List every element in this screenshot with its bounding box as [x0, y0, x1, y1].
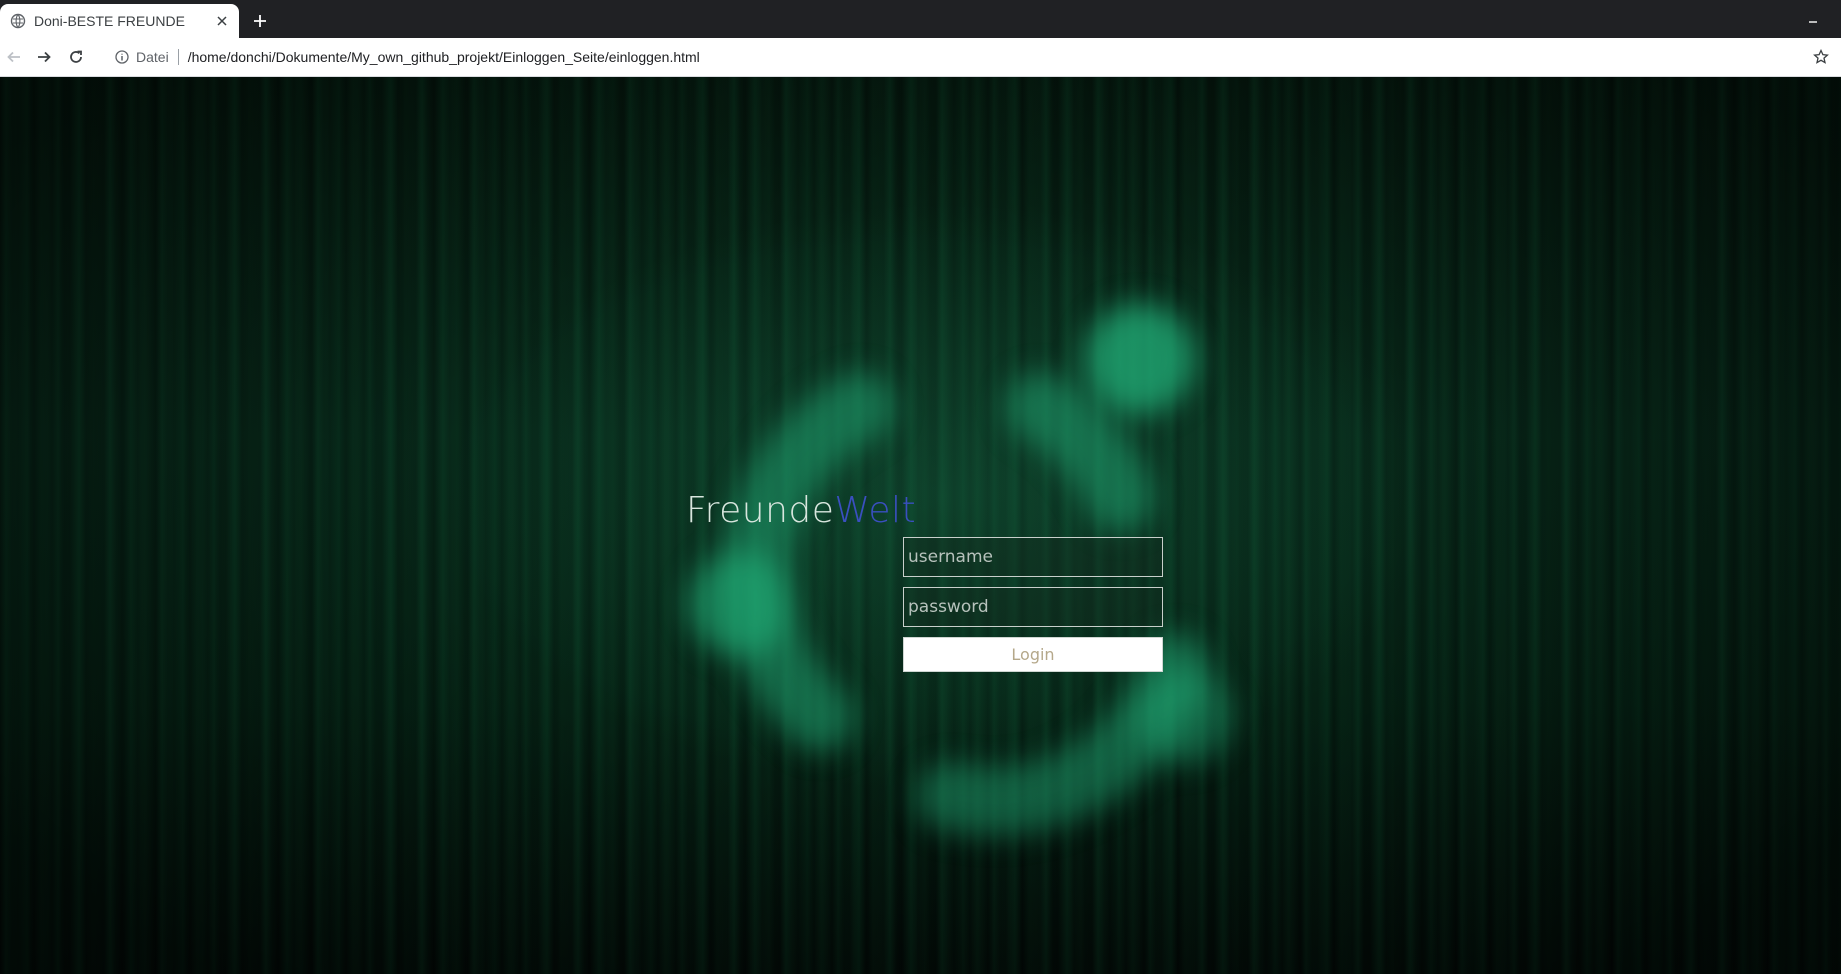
browser-toolbar: Datei /home/donchi/Dokumente/My_own_gith…	[0, 38, 1841, 77]
tab-title: Doni-BESTE FREUNDE	[34, 13, 185, 29]
username-input[interactable]	[903, 537, 1163, 577]
address-divider	[177, 49, 179, 65]
minimize-icon	[1809, 21, 1817, 23]
tab-strip: Doni-BESTE FREUNDE	[0, 0, 1841, 38]
globe-icon	[10, 13, 26, 29]
background-vignette	[0, 77, 1841, 974]
brand-logo-text: FreundeWelt	[686, 490, 916, 540]
login-button[interactable]: Login	[903, 637, 1163, 672]
brand-text-welt: Welt	[834, 490, 917, 531]
star-icon	[1813, 49, 1829, 64]
new-tab-button[interactable]	[249, 10, 271, 32]
login-form: Login	[903, 537, 1163, 672]
info-icon[interactable]	[114, 49, 130, 65]
minimize-window-button[interactable]	[1805, 10, 1821, 28]
back-button[interactable]	[0, 43, 28, 71]
brand-text-freunde: Freunde	[686, 490, 835, 531]
tab-close-icon[interactable]	[213, 12, 231, 30]
arrow-left-icon	[7, 51, 20, 63]
reload-button[interactable]	[62, 43, 90, 71]
url-text[interactable]: /home/donchi/Dokumente/My_own_github_pro…	[188, 49, 700, 65]
reload-icon	[70, 50, 82, 63]
arrow-right-icon	[38, 51, 51, 63]
address-bar[interactable]: Datei /home/donchi/Dokumente/My_own_gith…	[114, 43, 1807, 71]
page-content: FreundeWelt Login	[0, 77, 1841, 974]
scheme-label: Datei	[136, 49, 169, 65]
bookmark-button[interactable]	[1807, 43, 1835, 71]
browser-window: Doni-BESTE FREUNDE Datei /home/donchi/Do…	[0, 0, 1841, 974]
password-input[interactable]	[903, 587, 1163, 627]
plus-icon	[254, 15, 266, 27]
tab-active[interactable]: Doni-BESTE FREUNDE	[0, 4, 239, 38]
forward-button[interactable]	[30, 43, 58, 71]
